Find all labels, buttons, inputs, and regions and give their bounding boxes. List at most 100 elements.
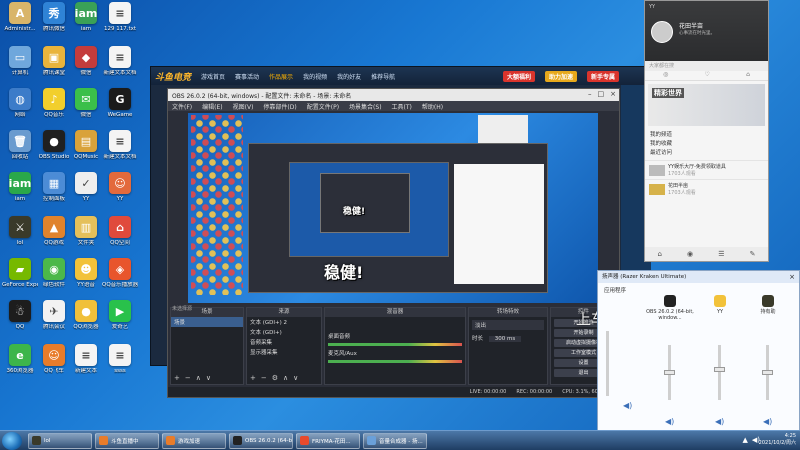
desktop-icon[interactable]: ● OBS Studio <box>36 130 72 160</box>
avatar[interactable] <box>651 21 673 43</box>
desktop-icon[interactable]: 秀腾讯微信 <box>36 2 72 32</box>
up-icon[interactable]: ∧ <box>196 374 201 382</box>
game-btn-1[interactable]: 助力加速 <box>544 70 577 82</box>
game-nav-5[interactable]: 推荐导航 <box>371 72 395 81</box>
menu-scene-collection[interactable]: 场景集合(S) <box>349 102 382 111</box>
add-icon[interactable]: + <box>174 374 180 382</box>
desktop-icon[interactable]: ☺ QQ飞车 <box>36 344 72 374</box>
desktop-icon[interactable]: ● QQ浏览器 <box>68 300 104 330</box>
desktop-icon[interactable]: ▥ 文件夹 <box>68 216 104 246</box>
record-icon[interactable]: ◉ <box>687 250 693 258</box>
speaker-icon[interactable]: ◀) <box>623 401 632 410</box>
desktop-icon[interactable]: ✉ 微信 <box>68 88 104 118</box>
search-input[interactable]: 大家都在搜 <box>645 61 768 71</box>
desktop-icon[interactable]: ☺ YY <box>102 172 138 202</box>
desktop-icon[interactable]: iam iam <box>2 172 38 202</box>
down-icon[interactable]: ∨ <box>206 374 211 382</box>
game-nav-3[interactable]: 我的视频 <box>303 72 327 81</box>
tab-favorites[interactable]: ♡ <box>705 71 710 80</box>
close-icon[interactable]: × <box>789 271 795 283</box>
speaker-icon[interactable]: ◀) <box>715 417 724 426</box>
desktop-icon[interactable]: e 360浏览器 <box>2 344 38 374</box>
game-btn-0[interactable]: 大额福利 <box>502 70 535 82</box>
home-icon[interactable]: ⌂ <box>658 250 662 258</box>
desktop-icon[interactable]: 🗑 回收站 <box>2 130 38 160</box>
volume-slider[interactable] <box>718 345 721 400</box>
taskbar-item[interactable]: lol <box>28 432 92 449</box>
maximize-icon[interactable]: □ <box>598 90 605 98</box>
desktop-icon[interactable]: ≡ ssss <box>102 344 138 374</box>
close-icon[interactable]: × <box>610 90 616 98</box>
taskbar-item[interactable]: 音量合成器 - 扬... <box>363 432 427 449</box>
volume-slider-knob[interactable] <box>714 367 725 372</box>
add-icon[interactable]: + <box>250 374 256 382</box>
obs-preview[interactable]: 稳健! 稳健! <box>188 113 598 303</box>
desktop-icon[interactable]: ≡ 新建文本文档 <box>102 46 138 76</box>
speaker-icon[interactable]: ◀) <box>763 417 772 426</box>
desktop-icon[interactable]: ≡ 129 117.txt <box>102 2 138 32</box>
desktop-icon[interactable]: ▭ 计算机 <box>2 46 38 76</box>
menu-docks[interactable]: 停靠部件(D) <box>263 102 296 111</box>
list-item[interactable]: 花田半亩 1703人观看 <box>645 179 768 198</box>
remove-icon[interactable]: − <box>185 374 191 382</box>
transition-select[interactable]: 淡出 <box>472 320 544 330</box>
network-icon[interactable]: ▲ <box>742 436 747 444</box>
desktop-icon[interactable]: ▦ 控制面板 <box>36 172 72 202</box>
remove-icon[interactable]: − <box>261 374 267 382</box>
game-nav-4[interactable]: 我的好友 <box>337 72 361 81</box>
gear-icon[interactable]: ⚙ <box>272 374 278 382</box>
desktop-icon[interactable]: G WeGame <box>102 88 138 118</box>
desktop-icon[interactable]: ♪ QQ音乐 <box>36 88 72 118</box>
taskbar-item[interactable]: FRIYMA-花田... <box>296 432 360 449</box>
duration-input[interactable]: 300 ms <box>488 336 522 342</box>
down-icon[interactable]: ∨ <box>293 374 298 382</box>
desktop-icon[interactable]: ≡ 新建文本文档 <box>102 130 138 160</box>
edit-icon[interactable]: ✎ <box>750 250 756 258</box>
menu-view[interactable]: 视图(V) <box>233 102 254 111</box>
desktop-icon[interactable]: ▲ QQ游戏 <box>36 216 72 246</box>
yy-menu-item[interactable]: 我的收藏 <box>650 140 763 149</box>
up-icon[interactable]: ∧ <box>283 374 288 382</box>
desktop-icon[interactable]: ✓ YY <box>68 172 104 202</box>
game-nav-2[interactable]: 作品展示 <box>269 72 293 81</box>
game-nav-0[interactable]: 游戏首页 <box>201 72 225 81</box>
desktop-icon[interactable]: ◉ 绿色软件 <box>36 258 72 288</box>
taskbar-item[interactable]: OBS 26.0.2 (64-bit <box>229 432 293 449</box>
taskbar-item[interactable]: 游戏加速 <box>162 432 226 449</box>
menu-file[interactable]: 文件(F) <box>172 102 192 111</box>
yy-banner[interactable]: 精彩世界 <box>648 84 765 126</box>
desktop-icon[interactable]: iam iam <box>68 2 104 32</box>
desktop-icon[interactable]: ≡ 新建文本 <box>68 344 104 374</box>
desktop-icon[interactable]: ▤ QQMusic <box>68 130 104 160</box>
yy-menu-item[interactable]: 最近访问 <box>650 149 763 158</box>
master-volume-slider[interactable] <box>606 331 609 396</box>
source-item[interactable]: 音频采集 <box>247 337 321 347</box>
desktop-icon[interactable]: ⌂ QQ空间 <box>102 216 138 246</box>
source-item[interactable]: 文本 (GDI+) <box>247 327 321 337</box>
desktop-icon[interactable]: ◈ QQ音乐播放器 <box>102 258 138 288</box>
clock[interactable]: 4:25 2021/10/2/周六 <box>759 433 796 447</box>
yy-menu-item[interactable]: 我的频道 <box>650 131 763 140</box>
minimize-icon[interactable]: – <box>588 90 592 98</box>
menu-profile[interactable]: 配置文件(P) <box>307 102 339 111</box>
desktop-icon[interactable]: A Administr... <box>2 2 38 32</box>
tab-home[interactable]: ⌂ <box>746 71 750 80</box>
source-item[interactable]: 文本 (GDI+) 2 <box>247 317 321 327</box>
taskbar-item[interactable]: 斗鱼直播中 <box>95 432 159 449</box>
desktop-icon[interactable]: ☻ YY语音 <box>68 258 104 288</box>
game-btn-2[interactable]: 新手专属 <box>586 70 619 82</box>
desktop-icon[interactable]: ◆ 微信 <box>68 46 104 76</box>
desktop-icon[interactable]: ✈ 腾讯会议 <box>36 300 72 330</box>
menu-tools[interactable]: 工具(T) <box>392 102 412 111</box>
desktop-icon[interactable]: ▶ 爱奇艺 <box>102 300 138 330</box>
game-nav-1[interactable]: 赛事活动 <box>235 72 259 81</box>
desktop-icon[interactable]: ⚔ lol <box>2 216 38 246</box>
menu-icon[interactable]: ☰ <box>718 250 724 258</box>
desktop-icon[interactable]: ◍ 网络 <box>2 88 38 118</box>
volume-slider-knob[interactable] <box>664 369 675 375</box>
volume-slider-knob[interactable] <box>762 369 773 375</box>
source-item[interactable]: 显示器采集 <box>247 347 321 357</box>
menu-help[interactable]: 帮助(H) <box>422 102 443 111</box>
speaker-icon[interactable]: ◀) <box>665 417 674 426</box>
tab-discover[interactable]: ◎ <box>663 71 668 80</box>
